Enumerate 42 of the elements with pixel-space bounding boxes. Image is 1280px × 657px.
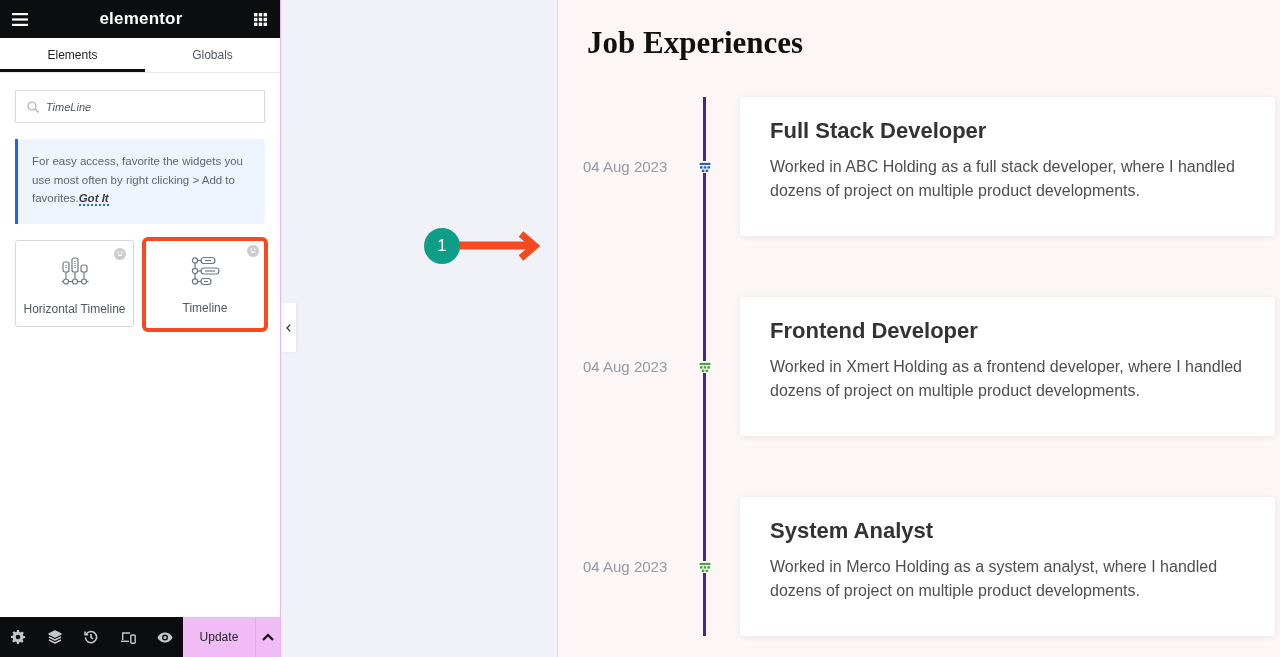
round-badge-icon (114, 248, 126, 260)
got-it-link[interactable]: Got It (78, 192, 109, 206)
layers-icon (47, 630, 62, 644)
job-description: Worked in Merco Holding as a system analyst, where I handled dozens of project on multiple product developments. (770, 557, 1219, 601)
timeline-marker-icon (697, 160, 712, 173)
round-badge-icon (247, 245, 259, 257)
widget-label: Timeline (182, 301, 228, 315)
panel-tab[interactable]: Globals (145, 38, 280, 72)
eye-icon (156, 631, 173, 643)
section-heading: Job Experiences (587, 24, 805, 61)
timeline-icon (190, 256, 220, 286)
job-title: Frontend Developer (770, 318, 979, 344)
settings-icon (11, 630, 26, 644)
chevron-left-icon (286, 323, 291, 332)
brand-logo: elementor (99, 9, 183, 29)
widget-card[interactable]: Timeline (142, 237, 268, 332)
menu-button[interactable] (12, 12, 28, 26)
apps-button[interactable] (254, 12, 267, 26)
timeline-date: 04 Aug 2023 (583, 558, 669, 575)
notice-text: For easy access, favorite the widgets you use most often by right clicking > Add to favorites.Got It (32, 154, 244, 208)
caret-up-icon (261, 633, 274, 641)
timeline-date: 04 Aug 2023 (583, 358, 669, 375)
job-description: Worked in Xmert Holding as a frontend developer, where I handled dozens of project on multiple product developments. (770, 357, 1243, 401)
widget-card[interactable]: Horizontal Timeline (15, 240, 134, 327)
job-title: System Analyst (770, 518, 935, 544)
save-options-button[interactable] (254, 617, 280, 657)
history-icon (84, 630, 99, 644)
timeline-marker-icon (697, 360, 712, 373)
timeline-date: 04 Aug 2023 (583, 158, 669, 175)
timeline-marker-icon (697, 560, 712, 573)
horizontal-timeline-icon (60, 257, 89, 287)
grid-icon (254, 12, 267, 26)
job-description: Worked in ABC Holding as a full stack developer, where I handled dozens of project on multiple product developments. (770, 157, 1236, 201)
search-icon (27, 100, 39, 113)
job-title: Full Stack Developer (770, 118, 988, 144)
step-badge: 1 (424, 228, 460, 264)
panel-tab[interactable]: Elements (0, 38, 145, 72)
update-button[interactable]: Update (182, 617, 255, 657)
search-field[interactable]: TimeLine (15, 90, 265, 123)
widget-label: Horizontal Timeline (23, 302, 126, 316)
devices-icon (120, 630, 136, 644)
menu-icon (12, 12, 28, 26)
